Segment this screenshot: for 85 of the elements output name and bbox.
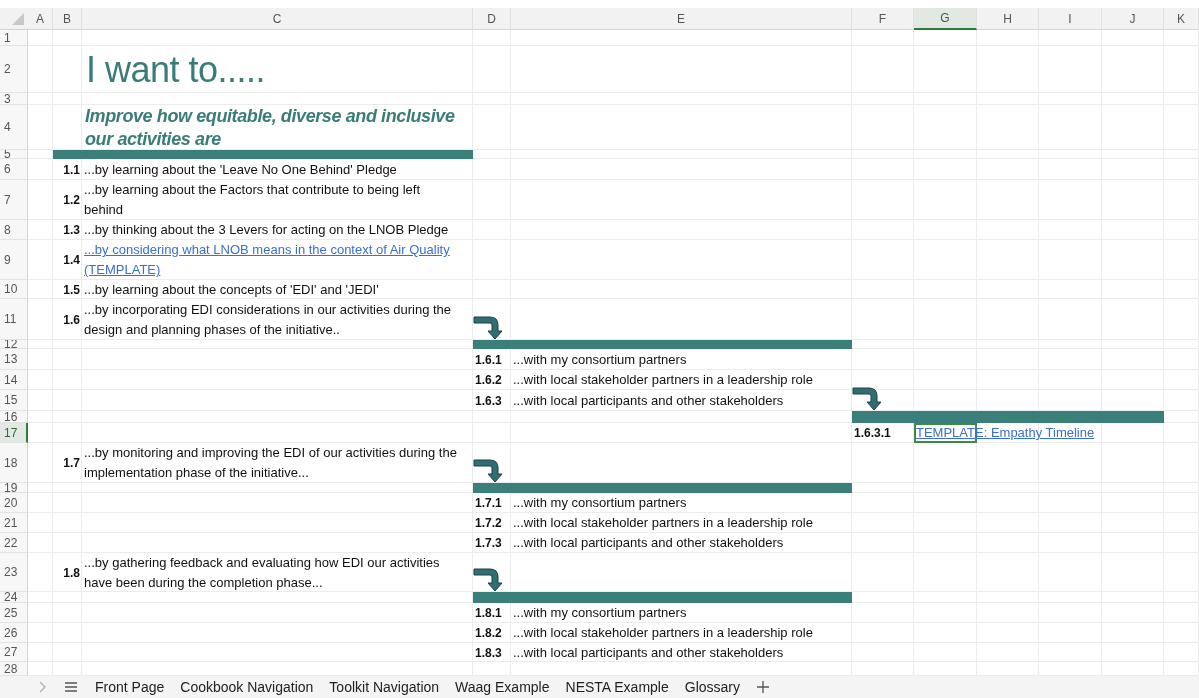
menu-icon[interactable] [64,681,78,693]
column-header[interactable]: H [977,8,1039,30]
row-header[interactable]: 15 [0,390,28,411]
row-header[interactable]: 3 [0,93,28,105]
step-text: ...by monitoring and improving the EDI of our activities during the implementation phase of the initiative... [84,445,457,480]
page-subtitle: Improve how equitable, diverse and inclusive our activities are [84,104,456,151]
row-header[interactable]: 23 [0,553,28,592]
column-header[interactable]: B [53,8,82,30]
step-text: ...with my consortium partners [513,495,687,510]
sheet-tab[interactable]: Cookbook Navigation [173,676,321,698]
row-header[interactable]: 13 [0,349,28,370]
step-number: 1.8.1 [474,606,503,620]
column-header[interactable]: J [1102,8,1164,30]
turn-down-arrow-icon [852,385,882,411]
row-header[interactable]: 27 [0,643,28,662]
step-text: ...by learning about the Factors that contribute to being left behind [84,182,421,217]
row-header[interactable]: 20 [0,493,28,513]
step-number: 1.7.1 [474,496,503,510]
step-number: 1.1 [63,162,81,177]
step-text: ...with my consortium partners [513,351,687,367]
step-text: ...with my consortium partners [513,605,687,620]
row-header[interactable]: 8 [0,220,28,240]
step-number: 1.6.2 [474,373,503,387]
row-header[interactable]: 6 [0,159,28,180]
plus-icon[interactable] [757,681,769,693]
turn-down-arrow-icon [473,314,503,340]
column-header[interactable]: C [82,8,473,30]
step-number: 1.8 [63,565,81,580]
step-text: ...by gathering feedback and evaluating how EDI our activities have been during the completion phase... [84,554,440,590]
step-number: 1.3 [63,223,81,237]
row-header[interactable]: 25 [0,603,28,623]
step-number: 1.7 [63,456,81,470]
sheet-tab[interactable]: NESTA Example [558,676,676,698]
step-text: ...with local participants and other stakeholders [513,644,784,660]
step-number: 1.4 [63,253,81,267]
row-header[interactable]: 4 [0,105,28,150]
row-header[interactable]: 22 [0,533,28,553]
row-header[interactable]: 11 [0,299,28,340]
step-text: ...with local stakeholder partners in a leadership role [513,515,813,530]
row-header[interactable]: 28 [0,662,28,676]
row-header[interactable]: 16 [0,411,28,423]
row-header[interactable]: 9 [0,240,28,280]
step-number: 1.7.3 [474,536,503,550]
sheet-tab[interactable]: Glossary [677,676,747,698]
step-number: 1.5 [63,282,81,297]
step-text: ...by learning about the 'Leave No One Behind' Pledge [84,161,397,177]
column-header[interactable]: K [1164,8,1199,30]
column-header[interactable]: F [852,8,914,30]
page-title: I want to..... [85,48,267,91]
row-header[interactable]: 17 [0,423,28,443]
row-header[interactable]: 21 [0,513,28,533]
row-header[interactable]: 26 [0,623,28,643]
sheet-tab[interactable]: Front Page [88,676,172,698]
row-header[interactable]: 18 [0,443,28,483]
step-text: ...by learning about the concepts of 'EDI' and 'JEDI' [84,281,379,297]
row-header[interactable]: 2 [0,46,28,93]
column-header[interactable]: G [914,8,977,30]
turn-down-arrow-icon [473,457,503,483]
step-text: ...by thinking about the 3 Levers for acting on the LNOB Pledge [84,222,449,237]
row-header[interactable]: 1 [0,30,28,46]
step-number: 1.6.1 [474,352,503,367]
column-header[interactable]: E [511,8,852,30]
row-header[interactable]: 7 [0,180,28,220]
step-text: ...with local participants and other stakeholders [513,535,784,550]
step-text: ...by incorporating EDI considerations in our activities during the design and planning phases of the initiative.. [84,301,452,337]
step-number: 1.6.3.1 [853,426,892,440]
row-header[interactable]: 10 [0,280,28,299]
turn-down-arrow-icon [473,566,503,592]
step-number: 1.8.3 [474,645,503,660]
step-number: 1.7.2 [474,516,503,530]
step-text: ...with local stakeholder partners in a leadership role [513,625,813,640]
column-header[interactable]: I [1039,8,1102,30]
step-number: 1.8.2 [474,626,503,640]
step-text: ...with local stakeholder partners in a leadership role [513,372,813,387]
chevron-right-icon[interactable] [38,681,46,693]
step-link[interactable]: ...by considering what LNOB means in the context of Air Quality (TEMPLATE) [84,240,461,280]
sheet-tab[interactable]: Waag Example [448,676,557,698]
column-header[interactable]: D [473,8,511,30]
column-header[interactable]: A [28,8,53,30]
step-number: 1.6 [63,312,81,327]
row-header[interactable]: 14 [0,370,28,390]
sheet-tab[interactable]: Toolkit Navigation [322,676,447,698]
step-number: 1.2 [63,193,81,207]
step-text: ...with local participants and other stakeholders [513,392,784,408]
step-number: 1.6.3 [474,393,503,408]
